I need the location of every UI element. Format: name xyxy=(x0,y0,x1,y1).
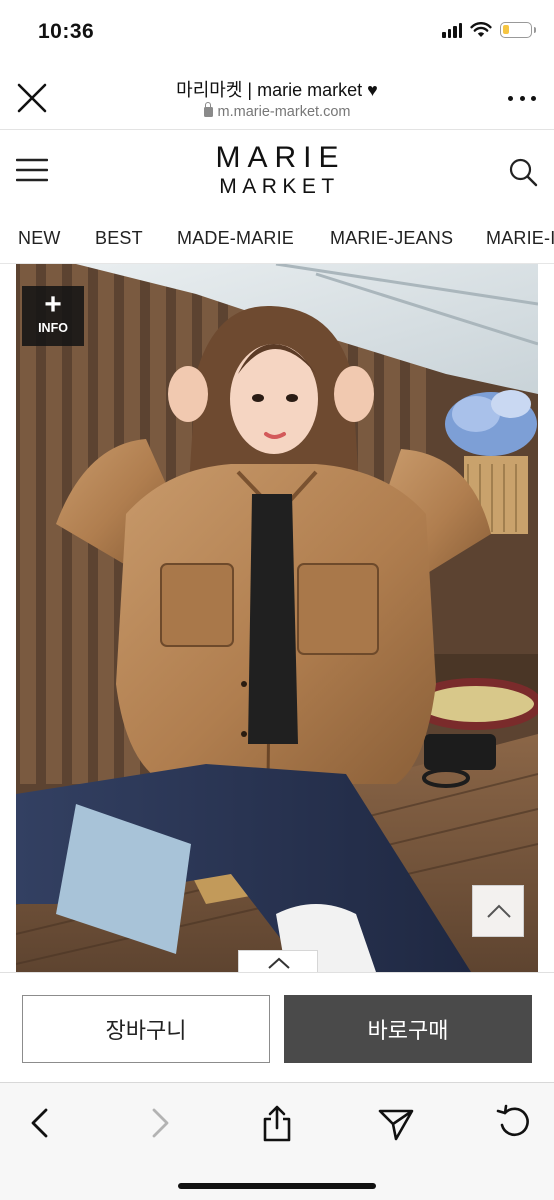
add-to-cart-button[interactable]: 장바구니 xyxy=(22,995,270,1063)
status-icons xyxy=(442,22,536,38)
page-title: 마리마켓 | marie market ♥ xyxy=(176,80,378,100)
info-button[interactable]: + INFO xyxy=(22,286,84,346)
back-icon[interactable] xyxy=(20,1103,60,1143)
info-label: INFO xyxy=(38,321,68,335)
category-marie-inner[interactable]: MARIE-INNER xyxy=(486,228,554,249)
category-marie-jeans[interactable]: MARIE-JEANS xyxy=(330,228,453,249)
url-text: m.marie-market.com xyxy=(217,104,351,120)
browser-toolbar xyxy=(0,1082,554,1200)
category-nav: NEW BEST MADE-MARIE MARIE-JEANS MARIE-IN… xyxy=(0,212,554,264)
battery-icon xyxy=(500,22,536,38)
category-new[interactable]: NEW xyxy=(18,228,61,249)
category-best[interactable]: BEST xyxy=(95,228,143,249)
app-screen: 10:36 마리마켓 | marie market ♥ m.marie-mark… xyxy=(0,0,554,1200)
buy-now-button[interactable]: 바로구매 xyxy=(284,995,532,1063)
caret-up-icon xyxy=(268,957,290,969)
battery-level xyxy=(503,25,510,34)
signal-icon xyxy=(442,22,462,38)
send-icon[interactable] xyxy=(376,1103,416,1143)
site-logo[interactable]: MARIE MARKET xyxy=(0,142,554,200)
home-indicator xyxy=(178,1183,376,1189)
purchase-bar: 장바구니 바로구매 xyxy=(0,972,554,1082)
status-bar: 10:36 xyxy=(0,0,554,66)
product-photo xyxy=(16,264,538,972)
scroll-to-top-button[interactable] xyxy=(472,885,524,937)
status-time: 10:36 xyxy=(38,20,95,43)
logo-text-bottom: MARKET xyxy=(219,175,340,198)
wifi-icon xyxy=(470,22,492,37)
search-icon[interactable] xyxy=(508,157,538,187)
page-url[interactable]: m.marie-market.com xyxy=(0,102,554,120)
share-icon[interactable] xyxy=(257,1103,297,1143)
lock-icon xyxy=(203,102,213,117)
collapse-tab[interactable] xyxy=(238,950,318,972)
chevron-up-icon xyxy=(487,904,511,918)
plus-icon: + xyxy=(44,288,62,321)
forward-icon[interactable] xyxy=(140,1103,180,1143)
category-made-marie[interactable]: MADE-MARIE xyxy=(177,228,294,249)
browser-address-bar: 마리마켓 | marie market ♥ m.marie-market.com xyxy=(0,66,554,130)
product-image[interactable]: + INFO xyxy=(16,264,538,972)
logo-text-top: MARIE xyxy=(215,141,346,174)
more-icon[interactable] xyxy=(508,84,536,112)
reload-icon[interactable] xyxy=(494,1103,534,1143)
site-header: MARIE MARKET xyxy=(0,130,554,212)
